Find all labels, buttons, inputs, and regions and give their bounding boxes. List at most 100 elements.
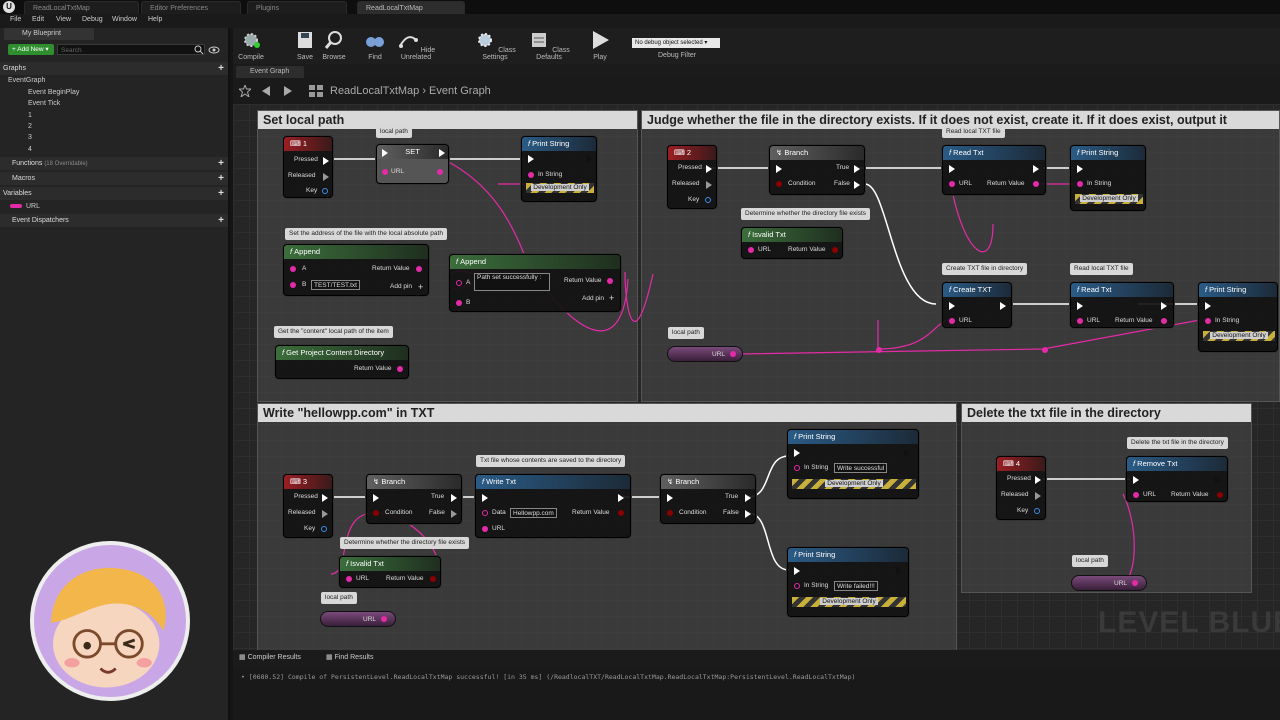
exec-in-pin[interactable]: [949, 302, 955, 310]
exec-out-pin[interactable]: [322, 510, 328, 518]
in-string-pin[interactable]: [528, 172, 534, 178]
exec-out-pin[interactable]: [1000, 302, 1006, 310]
branch-node-3[interactable]: ↯ Branch True Condition False: [660, 474, 756, 524]
print-string-failed-node[interactable]: f Print String In String Write failed!!!…: [787, 547, 909, 617]
local-path-url-getter[interactable]: URL: [667, 346, 743, 362]
exec-out-pin[interactable]: [323, 173, 329, 181]
append-node-1[interactable]: f Append A Return Value B TEST/TEST.txt …: [283, 244, 429, 296]
exec-in-pin[interactable]: [776, 165, 782, 173]
exec-out-pin[interactable]: [323, 157, 329, 165]
return-value-pin[interactable]: [1033, 181, 1039, 187]
data-value-input[interactable]: Hellowpp.com: [510, 508, 557, 518]
key-pin[interactable]: [705, 197, 711, 203]
menu-edit[interactable]: Edit: [32, 16, 44, 23]
my-blueprint-tab[interactable]: My Blueprint: [4, 28, 94, 40]
exec-true-pin[interactable]: [854, 165, 860, 173]
exec-in-pin[interactable]: [482, 494, 488, 502]
print-string-node[interactable]: f Print String In String Development Onl…: [521, 136, 597, 202]
tab-plugins[interactable]: Plugins: [247, 1, 347, 14]
exec-true-pin[interactable]: [745, 494, 751, 502]
exec-out-pin[interactable]: [586, 155, 592, 163]
macros-section[interactable]: Macros +: [0, 172, 228, 185]
exec-true-pin[interactable]: [451, 494, 457, 502]
tab-readlocaltxtmap[interactable]: ReadLocalTxtMap: [24, 1, 139, 14]
branch-node-1[interactable]: ↯ Branch True Condition False: [769, 145, 865, 195]
local-path-url-getter[interactable]: URL: [1071, 575, 1147, 591]
add-pin-icon[interactable]: +: [609, 293, 614, 303]
menu-debug[interactable]: Debug: [82, 16, 103, 23]
exec-false-pin[interactable]: [854, 181, 860, 189]
url-out-pin[interactable]: [730, 351, 736, 357]
tab-find-results[interactable]: ▦ Find Results: [326, 653, 373, 661]
return-value-pin[interactable]: [430, 576, 436, 582]
write-txt-node[interactable]: f Write Txt Data Hellowpp.com Return Val…: [475, 474, 631, 538]
a-value-input[interactable]: Path set successfully :: [474, 273, 550, 291]
exec-out-pin[interactable]: [904, 449, 910, 457]
favorite-star-icon[interactable]: [239, 85, 251, 97]
key-3-event-node[interactable]: ⌨ 3 Pressed Released Key: [283, 474, 333, 538]
key-pin[interactable]: [321, 526, 327, 532]
exec-in-pin[interactable]: [1205, 302, 1211, 310]
isvalid-txt-node-2[interactable]: f Isvalid Txt URL Return Value: [339, 556, 441, 588]
return-value-pin[interactable]: [1161, 318, 1167, 324]
branch-node-2[interactable]: ↯ Branch True Condition False: [366, 474, 462, 524]
exec-in-pin[interactable]: [1077, 302, 1083, 310]
exec-out-pin[interactable]: [706, 181, 712, 189]
variable-item-url[interactable]: URL: [0, 200, 228, 213]
exec-in-pin[interactable]: [528, 155, 534, 163]
exec-in-pin[interactable]: [1077, 165, 1083, 173]
data-pin[interactable]: [482, 510, 488, 516]
exec-in-pin[interactable]: [949, 165, 955, 173]
return-value-pin[interactable]: [832, 247, 838, 253]
tab-event-graph[interactable]: Event Graph: [236, 66, 304, 78]
class-settings-button[interactable]: Class Settings: [471, 30, 519, 61]
exec-in-pin[interactable]: [373, 494, 379, 502]
set-url-node[interactable]: SET URL: [376, 144, 449, 184]
url-pin[interactable]: [1133, 492, 1139, 498]
event-item-4[interactable]: 4: [0, 143, 228, 156]
read-txt-node-1[interactable]: f Read Txt URL Return Value: [942, 145, 1046, 195]
return-value-pin[interactable]: [1217, 492, 1223, 498]
menu-help[interactable]: Help: [148, 16, 162, 23]
add-function-icon[interactable]: +: [218, 157, 224, 170]
menu-window[interactable]: Window: [112, 16, 137, 23]
return-value-pin[interactable]: [397, 366, 403, 372]
add-macro-icon[interactable]: +: [218, 172, 224, 185]
create-txt-node[interactable]: f Create TXT URL: [942, 282, 1012, 328]
find-button[interactable]: Find: [363, 30, 387, 61]
url-pin[interactable]: [949, 318, 955, 324]
add-pin-label[interactable]: Add pin: [582, 295, 604, 302]
condition-pin[interactable]: [373, 510, 379, 516]
exec-out-pin[interactable]: [1035, 476, 1041, 484]
add-pin-icon[interactable]: +: [418, 282, 423, 292]
play-button[interactable]: Play: [588, 30, 612, 61]
exec-out-pin[interactable]: [1033, 165, 1039, 173]
url-out-pin[interactable]: [381, 616, 387, 622]
menu-file[interactable]: File: [10, 16, 21, 23]
exec-false-pin[interactable]: [745, 510, 751, 518]
add-variable-icon[interactable]: +: [218, 187, 224, 200]
url-in-pin[interactable]: [382, 169, 388, 175]
add-new-button[interactable]: + Add New ▾: [8, 44, 54, 55]
key-4-event-node[interactable]: ⌨ 4 Pressed Released Key: [996, 456, 1046, 520]
url-pin[interactable]: [346, 576, 352, 582]
url-pin[interactable]: [949, 181, 955, 187]
exec-in-pin[interactable]: [667, 494, 673, 502]
hide-unrelated-button[interactable]: Hide Unrelated: [393, 30, 439, 61]
exec-out-pin[interactable]: [1035, 492, 1041, 500]
url-pin[interactable]: [482, 526, 488, 532]
forward-arrow-icon[interactable]: [283, 85, 293, 97]
add-pin-label[interactable]: Add pin: [390, 283, 412, 290]
exec-out-pin[interactable]: [1215, 476, 1221, 484]
url-out-pin[interactable]: [437, 169, 443, 175]
exec-out-pin[interactable]: [706, 165, 712, 173]
url-out-pin[interactable]: [1132, 580, 1138, 586]
back-arrow-icon[interactable]: [261, 85, 271, 97]
in-string-pin[interactable]: [1077, 181, 1083, 187]
in-string-input[interactable]: Write successful: [834, 463, 888, 473]
key-2-event-node[interactable]: ⌨ 2 Pressed Released Key: [667, 145, 717, 209]
b-pin[interactable]: [290, 282, 296, 288]
exec-in-pin[interactable]: [794, 567, 800, 575]
browse-button[interactable]: Browse: [321, 30, 347, 61]
print-string-success-node[interactable]: f Print String In String Write successfu…: [787, 429, 919, 499]
